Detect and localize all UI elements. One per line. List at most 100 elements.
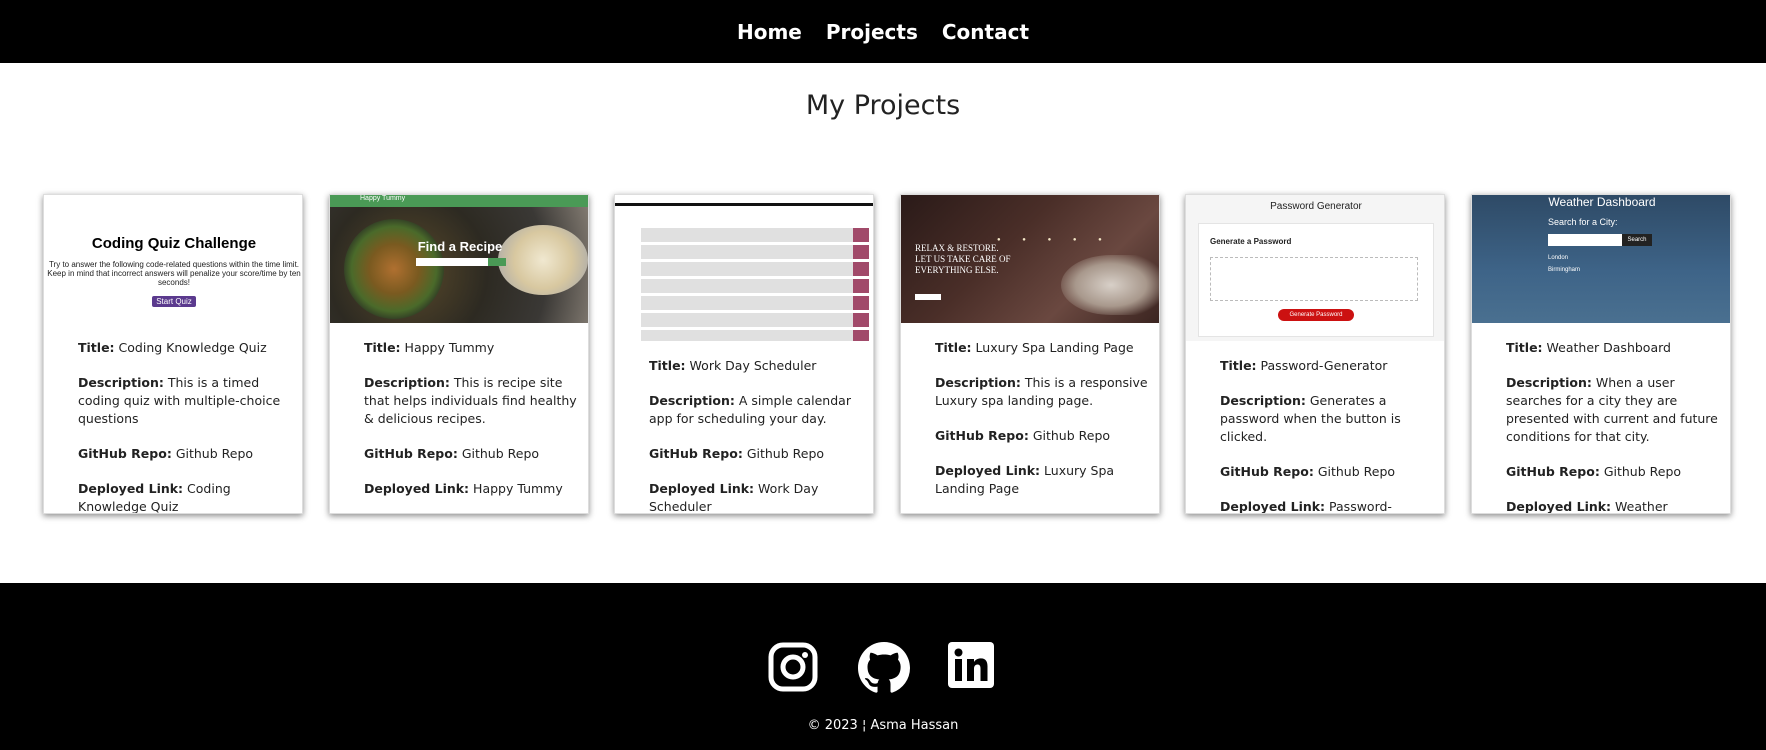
spa-hand-image [1061,255,1159,315]
title-label: Title: [364,340,401,355]
description-label: Description: [364,375,450,390]
repo-link[interactable]: Github Repo [1318,464,1395,479]
nav-contact-link[interactable]: Contact [942,20,1029,44]
project-info: Title: Luxury Spa Landing Page Descripti… [935,339,1150,513]
thumb-heading: RELAX & RESTORE. LET US TAKE CARE OF EVE… [915,243,1011,275]
project-info: Title: Password-Generator Description: G… [1220,357,1435,514]
project-screenshot[interactable]: Happy Tummy Find a Recipe [330,195,588,323]
title-label: Title: [649,358,686,373]
deployed-label: Deployed Link: [1506,499,1612,514]
page-title: My Projects [805,90,961,121]
repo-label: GitHub Repo: [649,446,743,461]
description-label: Description: [649,393,735,408]
project-screenshot[interactable]: Weather Dashboard Search for a City: Sea… [1472,195,1730,323]
food-plate-image [498,225,588,295]
thumb-heading: Find a Recipe [417,239,503,254]
footer: © 2023 ¦ Asma Hassan [0,583,1766,750]
thumb-search-button: Search [1622,234,1652,246]
thumb-header: Happy Tummy [330,195,588,207]
thumb-brand: Happy Tummy [360,195,406,202]
deployed-label: Deployed Link: [1220,499,1326,514]
title-label: Title: [1220,358,1257,373]
save-icon [853,278,869,293]
title-label: Title: [935,340,972,355]
thumb-title: Password Generator [1270,201,1362,212]
project-title: Happy Tummy [404,340,495,355]
time-block-row [641,244,853,259]
deployed-label: Deployed Link: [935,463,1041,478]
time-block-row [641,312,853,327]
save-icon [853,244,869,259]
thumb-city-history: Birmingham [1548,267,1581,273]
repo-label: GitHub Repo: [1506,464,1600,479]
project-card-quiz: Coding Quiz Challenge Try to answer the … [43,194,303,514]
time-block-row [641,329,853,341]
instagram-icon[interactable] [768,642,818,692]
project-card-spa: ● ● ● ● ● RELAX & RESTORE. LET US TAKE C… [900,194,1160,514]
thumb-cta-button [915,294,941,300]
repo-label: GitHub Repo: [1220,464,1314,479]
deployed-label: Deployed Link: [78,481,184,496]
project-screenshot[interactable]: Coding Quiz Challenge Try to answer the … [44,195,302,323]
thumb-subtitle: Generate a Password [1210,237,1292,246]
title-label: Title: [78,340,115,355]
repo-label: GitHub Repo: [78,446,172,461]
save-icon [853,312,869,327]
nav-projects-link[interactable]: Projects [826,20,918,44]
thumb-search-button [488,258,506,266]
project-card-weather: Weather Dashboard Search for a City: Sea… [1471,194,1731,514]
top-nav: Home Projects Contact [0,0,1766,63]
linkedin-icon[interactable] [948,642,998,692]
time-block-row [641,227,853,242]
project-info: Title: Coding Knowledge Quiz Description… [78,339,293,513]
project-title: Luxury Spa Landing Page [975,340,1134,355]
thumb-start-button: Start Quiz [152,296,196,307]
project-screenshot[interactable]: Password Generator Generate a Password G… [1186,195,1444,341]
save-icon [853,261,869,276]
copyright-text: © 2023 ¦ Asma Hassan [807,718,959,733]
deployed-label: Deployed Link: [649,481,755,496]
description-label: Description: [935,375,1021,390]
project-info: Title: Happy Tummy Description: This is … [364,339,579,513]
description-label: Description: [1220,393,1306,408]
project-info: Title: Weather Dashboard Description: Wh… [1506,339,1721,514]
thumb-password-area [1210,257,1418,301]
thumb-search-input [416,258,488,266]
time-block-row [641,278,853,293]
save-icon [853,295,869,310]
deployed-label: Deployed Link: [364,481,470,496]
time-block-row [641,295,853,310]
project-card-password: Password Generator Generate a Password G… [1185,194,1445,514]
project-cards: Coding Quiz Challenge Try to answer the … [43,194,1733,514]
project-card-scheduler: Title: Work Day Scheduler Description: A… [614,194,874,514]
repo-link[interactable]: Github Repo [176,446,253,461]
thumb-search-label: Search for a City: [1548,217,1618,227]
project-info: Title: Work Day Scheduler Description: A… [649,357,864,513]
title-label: Title: [1506,340,1543,355]
social-icons [0,642,1766,693]
project-screenshot[interactable]: ● ● ● ● ● RELAX & RESTORE. LET US TAKE C… [901,195,1159,323]
thumb-header-line [615,203,873,206]
project-card-recipe: Happy Tummy Find a Recipe Title: Happy T… [329,194,589,514]
repo-link[interactable]: Github Repo [747,446,824,461]
repo-link[interactable]: Github Repo [1604,464,1681,479]
repo-label: GitHub Repo: [935,428,1029,443]
project-screenshot[interactable] [615,195,873,341]
thumb-city-input [1548,234,1622,246]
description-label: Description: [78,375,164,390]
repo-link[interactable]: Github Repo [462,446,539,461]
project-title: Coding Knowledge Quiz [118,340,267,355]
thumb-city-history: London [1548,255,1569,261]
time-block-row [641,261,853,276]
deployed-link[interactable]: Happy Tummy [473,481,563,496]
thumb-title: Coding Quiz Challenge [91,235,257,252]
project-title: Password-Generator [1260,358,1388,373]
thumb-generate-button: Generate Password [1278,309,1354,321]
thumb-title: Weather Dashboard [1548,195,1656,209]
food-bowl-image [344,219,444,319]
repo-label: GitHub Repo: [364,446,458,461]
description-label: Description: [1506,375,1592,390]
repo-link[interactable]: Github Repo [1033,428,1110,443]
github-icon[interactable] [858,642,910,693]
nav-home-link[interactable]: Home [737,20,802,44]
